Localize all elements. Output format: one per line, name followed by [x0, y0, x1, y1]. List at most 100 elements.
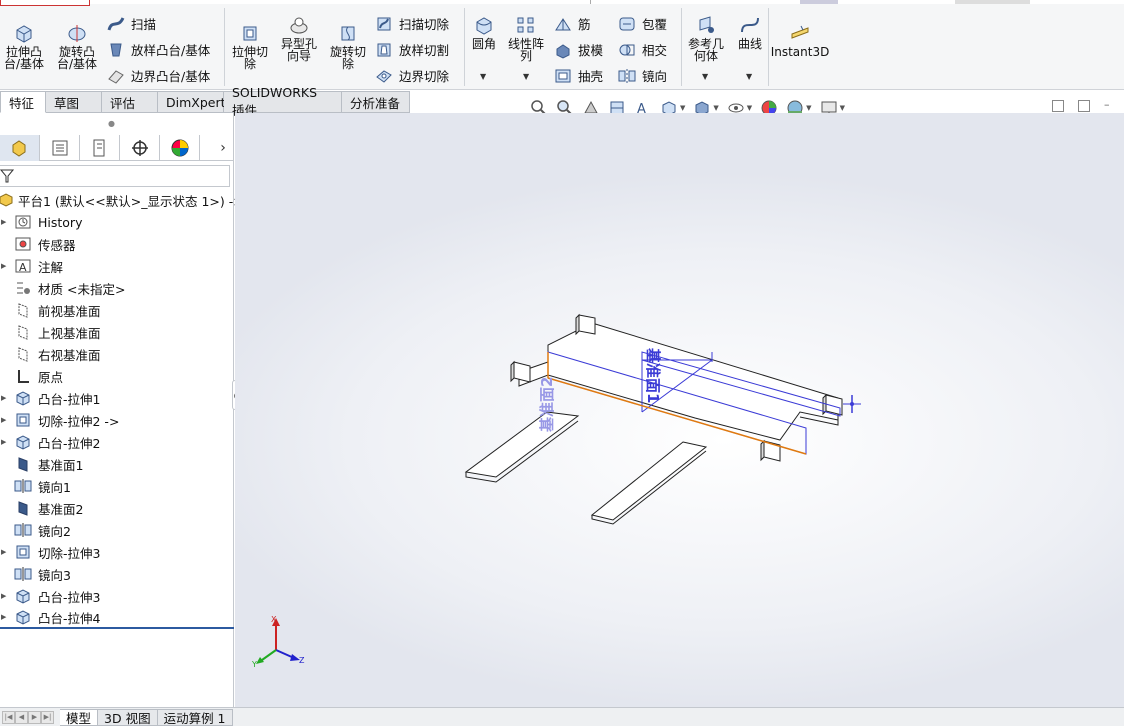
- loft-boss-button[interactable]: 放样凸台/基体: [106, 40, 210, 59]
- next-tab-icon[interactable]: ▶: [28, 710, 41, 724]
- tab-model[interactable]: 模型: [60, 708, 99, 726]
- view-settings-dropdown-icon[interactable]: ▼: [840, 104, 845, 112]
- first-tab-icon[interactable]: |◀: [2, 710, 15, 724]
- part-root-node[interactable]: 平台1 (默认<<默认>_显示状态 1>) ->: [0, 189, 244, 211]
- boundary-boss-button[interactable]: 边界凸台/基体: [106, 66, 210, 85]
- last-tab-icon[interactable]: ▶|: [41, 710, 54, 724]
- linear-pattern-button[interactable]: 线性阵 列: [504, 14, 548, 62]
- tab-dimxpert[interactable]: DimXpert: [158, 91, 226, 113]
- tab-displaymanager[interactable]: [160, 135, 200, 161]
- search-box[interactable]: [800, 0, 838, 4]
- feature-tree-item[interactable]: 镜向2: [0, 519, 234, 541]
- tree-filter-bar[interactable]: [0, 165, 230, 187]
- wrap-button[interactable]: 包覆: [617, 14, 667, 33]
- tab-propertymanager[interactable]: [40, 135, 80, 161]
- revolve-cut-button[interactable]: 旋转切 除: [326, 22, 370, 70]
- pattern-dropdown-icon[interactable]: ▼: [523, 72, 529, 81]
- more-tabs-chevron-icon[interactable]: ›: [212, 135, 234, 160]
- fillet-dropdown-icon[interactable]: ▼: [480, 72, 486, 81]
- expand-arrow-icon[interactable]: ▶: [0, 416, 12, 424]
- sweep-button[interactable]: 扫描: [106, 14, 156, 33]
- expand-arrow-icon[interactable]: ▶: [0, 394, 12, 402]
- revolve-boss-button[interactable]: 旋转凸 台/基体: [54, 22, 100, 70]
- feature-tree-item[interactable]: 镜向1: [0, 475, 234, 497]
- hole-wizard-button[interactable]: 异型孔 向导: [277, 14, 321, 62]
- view-orientation-dropdown-icon[interactable]: ▼: [680, 104, 685, 112]
- feature-tree-item[interactable]: ▶ 凸台-拉伸4: [0, 607, 234, 629]
- tab-motion-study[interactable]: 运动算例 1: [157, 708, 233, 726]
- feature-tree-item[interactable]: 基准面2: [0, 497, 234, 519]
- feature-tree-item[interactable]: 原点: [0, 365, 234, 387]
- right-fork-arm[interactable]: [590, 441, 708, 521]
- close-panel-icon[interactable]: –: [1104, 99, 1116, 112]
- reference-geometry-button[interactable]: 参考几 何体: [684, 14, 728, 62]
- hide-show-dropdown-icon[interactable]: ▼: [747, 104, 752, 112]
- feature-tree-item[interactable]: ▶ 切除-拉伸3: [0, 541, 234, 563]
- expand-arrow-icon[interactable]: ▶: [0, 262, 12, 270]
- graphics-area[interactable]: 基准面1 基准面2 X Y Z: [235, 113, 1124, 707]
- feature-tree-item-label: 原点: [38, 369, 64, 385]
- instant3d-button[interactable]: Instant3D: [771, 22, 829, 58]
- feature-tree-item[interactable]: 右视基准面: [0, 343, 234, 365]
- tab-dimxpertmanager[interactable]: [120, 135, 160, 161]
- viewport-window-controls: –: [1052, 99, 1116, 112]
- tab-boss-back-left[interactable]: [578, 314, 596, 335]
- feature-tree-item[interactable]: ▶ 凸台-拉伸3: [0, 585, 234, 607]
- help-box[interactable]: [955, 0, 1030, 4]
- expand-arrow-icon[interactable]: ▶: [0, 592, 12, 600]
- rib-label: 筋: [578, 17, 591, 32]
- fillet-button[interactable]: 圆角: [468, 14, 500, 50]
- sensor-icon: [15, 237, 31, 251]
- tab-3d-views[interactable]: 3D 视图: [98, 708, 158, 726]
- tab-analysis-prep[interactable]: 分析准备: [342, 91, 410, 113]
- shell-button[interactable]: 抽壳: [553, 66, 603, 85]
- boundary-cut-button[interactable]: 边界切除: [374, 66, 449, 85]
- feature-tree-item[interactable]: ▶ History: [0, 211, 234, 233]
- curves-button[interactable]: 曲线: [734, 14, 766, 50]
- apply-scene-dropdown-icon[interactable]: ▼: [806, 104, 811, 112]
- tab-featuremanager[interactable]: [0, 135, 40, 161]
- tab-solidworks-addins[interactable]: SOLIDWORKS 插件: [224, 85, 342, 118]
- panel-grip-icon[interactable]: ●: [108, 119, 115, 128]
- ref-geometry-dropdown-icon[interactable]: ▼: [702, 72, 708, 81]
- expand-arrow-icon[interactable]: ▶: [0, 613, 12, 621]
- plane1-label[interactable]: 基准面1: [644, 347, 662, 403]
- expand-arrow-icon[interactable]: ▶: [0, 438, 12, 446]
- tab-boss-front-left[interactable]: [513, 361, 531, 383]
- prev-tab-icon[interactable]: ◀: [15, 710, 28, 724]
- displaymanager-icon: [171, 139, 188, 157]
- file-tab[interactable]: [0, 0, 90, 6]
- restore-left-icon[interactable]: [1052, 100, 1064, 112]
- feature-tree-item[interactable]: 镜向3: [0, 563, 234, 585]
- curves-dropdown-icon[interactable]: ▼: [746, 72, 752, 81]
- feature-tree-item[interactable]: ▶ 凸台-拉伸1: [0, 387, 234, 409]
- tab-sketch[interactable]: 草图: [46, 91, 102, 113]
- swept-cut-button[interactable]: 扫描切除: [374, 14, 449, 33]
- revolve-boss-icon: [68, 25, 86, 42]
- tab-configurationmanager[interactable]: [80, 135, 120, 161]
- feature-tree-item[interactable]: ▶ 切除-拉伸2 ->: [0, 409, 234, 431]
- tab-features[interactable]: 特征: [0, 91, 46, 113]
- extrude-boss-button[interactable]: 拉伸凸 台/基体: [2, 22, 46, 70]
- expand-arrow-icon[interactable]: ▶: [0, 548, 12, 556]
- feature-tree-item[interactable]: ▶ A 注解: [0, 255, 234, 277]
- display-style-dropdown-icon[interactable]: ▼: [713, 104, 718, 112]
- mirror-button[interactable]: 镜向: [617, 66, 667, 85]
- rib-button[interactable]: 筋: [553, 14, 591, 33]
- expand-arrow-icon[interactable]: ▶: [0, 218, 12, 226]
- tab-evaluate[interactable]: 评估: [102, 91, 158, 113]
- plane2-label[interactable]: 基准面2: [538, 377, 556, 433]
- feature-tree-item[interactable]: 材质 <未指定>: [0, 277, 234, 299]
- feature-tree-item[interactable]: 传感器: [0, 233, 234, 255]
- draft-button[interactable]: 拔模: [553, 40, 603, 59]
- extrude-cut-button[interactable]: 拉伸切 除: [228, 22, 272, 70]
- origin-marker[interactable]: [843, 395, 861, 413]
- restore-right-icon[interactable]: [1078, 100, 1090, 112]
- left-fork-arm[interactable]: [464, 411, 580, 478]
- lofted-cut-button[interactable]: 放样切割: [374, 40, 449, 59]
- feature-tree-item[interactable]: 基准面1: [0, 453, 234, 475]
- intersect-button[interactable]: 相交: [617, 40, 667, 59]
- feature-tree-item[interactable]: ▶ 凸台-拉伸2: [0, 431, 234, 453]
- feature-tree-item[interactable]: 前视基准面: [0, 299, 234, 321]
- feature-tree-item[interactable]: 上视基准面: [0, 321, 234, 343]
